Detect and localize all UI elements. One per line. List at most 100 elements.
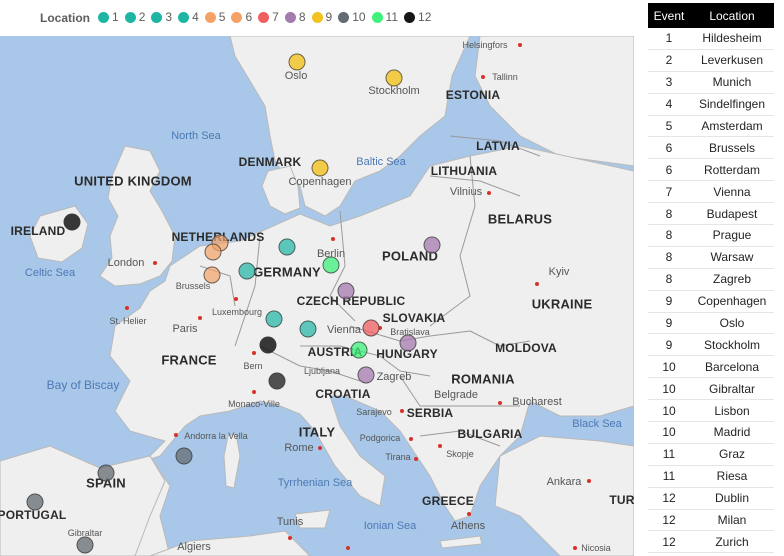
legend-label: 10: [352, 10, 366, 25]
bubble-event-12-milan[interactable]: [268, 372, 286, 390]
city-marker: [409, 437, 413, 441]
legend-color-swatch: [311, 11, 323, 23]
legend-label: 1: [112, 10, 119, 25]
bubble-event-6-brussels[interactable]: [203, 266, 221, 284]
bubble-event-9-stockholm[interactable]: [385, 69, 403, 87]
legend-color-swatch: [371, 11, 383, 23]
bubble-event-12-zurich[interactable]: [259, 336, 277, 354]
table-row[interactable]: 8 Prague: [648, 224, 774, 247]
cell-event: 9: [648, 333, 690, 357]
map-visual[interactable]: UNITED KINGDOM IRELAND DENMARK ESTONIA L…: [0, 36, 634, 556]
city-marker: [174, 433, 178, 437]
legend-color-swatch: [124, 11, 136, 23]
city-marker: [198, 316, 202, 320]
legend-entry[interactable]: 1: [98, 10, 119, 24]
table-row[interactable]: 8 Zagreb: [648, 268, 774, 291]
cell-location: Dublin: [690, 487, 774, 510]
table-row[interactable]: 9 Copenhagen: [648, 290, 774, 313]
cell-event: 6: [648, 158, 690, 182]
table-row[interactable]: 10 Gibraltar: [648, 377, 774, 401]
column-header-event[interactable]: Event: [648, 3, 690, 28]
legend-entry[interactable]: 12: [404, 10, 431, 24]
column-header-location[interactable]: Location: [690, 3, 774, 28]
legend-label: 4: [192, 10, 199, 25]
bubble-event-1-hildesheim[interactable]: [278, 238, 296, 256]
city-marker: [234, 297, 238, 301]
bubble-event-8-budapest[interactable]: [399, 334, 417, 352]
table-row[interactable]: 11 Riesa: [648, 465, 774, 488]
table-row[interactable]: 1 Hildesheim: [648, 28, 774, 50]
map-basemap: [0, 36, 634, 556]
bubble-event-4-sindelfingen[interactable]: [265, 310, 283, 328]
table-row[interactable]: 6 Brussels: [648, 136, 774, 160]
bubble-event-11-graz[interactable]: [350, 341, 368, 359]
legend-entry[interactable]: 6: [231, 10, 252, 24]
bubble-event-10-gibraltar[interactable]: [76, 536, 94, 554]
legend-color-swatch: [284, 11, 296, 23]
legend-entry[interactable]: 8: [284, 10, 306, 24]
table-row[interactable]: 8 Warsaw: [648, 246, 774, 269]
table-row[interactable]: 7 Vienna: [648, 180, 774, 204]
bubble-event-11-riesa[interactable]: [322, 256, 340, 274]
cell-location: Lisbon: [690, 399, 774, 423]
table-row[interactable]: 9 Stockholm: [648, 333, 774, 357]
legend-entry[interactable]: 9: [311, 10, 333, 25]
bubble-event-9-copenhagen[interactable]: [311, 159, 329, 177]
legend-entry[interactable]: 3: [151, 10, 172, 24]
table-row[interactable]: 9 Oslo: [648, 312, 774, 335]
bubble-event-12-dublin[interactable]: [63, 213, 81, 231]
cell-event: 9: [648, 290, 690, 313]
bubble-event-6-rotterdam[interactable]: [204, 243, 222, 261]
bubble-event-8-zagreb[interactable]: [357, 366, 375, 384]
bubble-event-8-warsaw[interactable]: [423, 236, 441, 254]
bubble-event-10-barcelona[interactable]: [175, 447, 193, 465]
legend-color-swatch: [98, 11, 109, 23]
city-marker: [498, 401, 502, 405]
bubble-event-8-prague[interactable]: [337, 282, 355, 300]
legend-entry[interactable]: 7: [258, 10, 279, 24]
city-marker: [414, 457, 418, 461]
cell-location: Vienna: [690, 180, 774, 204]
legend-color-swatch: [338, 11, 350, 23]
legend-color-swatch: [204, 11, 216, 23]
table-row[interactable]: 11 Graz: [648, 443, 774, 466]
table-row[interactable]: 8 Budapest: [648, 202, 774, 226]
table-row[interactable]: 10 Lisbon: [648, 399, 774, 423]
bubble-event-2-leverkusen[interactable]: [238, 262, 256, 280]
legend-entry[interactable]: 2: [124, 10, 145, 24]
legend-entry[interactable]: 5: [204, 10, 225, 24]
legend-entry[interactable]: 4: [178, 10, 199, 24]
table-row[interactable]: 3 Munich: [648, 71, 774, 94]
cell-location: Barcelona: [690, 355, 774, 379]
bubble-event-3-munich[interactable]: [299, 320, 317, 338]
cell-event: 8: [648, 202, 690, 226]
table-row[interactable]: 6 Rotterdam: [648, 158, 774, 182]
bubble-event-10-lisbon[interactable]: [26, 493, 44, 511]
cell-event: 4: [648, 93, 690, 116]
table-row[interactable]: 10 Barcelona: [648, 355, 774, 379]
legend-entry[interactable]: 10: [338, 10, 366, 25]
cell-event: 2: [648, 49, 690, 72]
table-row[interactable]: 2 Leverkusen: [648, 49, 774, 72]
bubble-event-9-oslo[interactable]: [288, 53, 306, 71]
legend-color-swatch: [178, 11, 190, 23]
legend-label: 6: [245, 10, 253, 25]
city-marker: [153, 261, 157, 265]
table-row[interactable]: 12 Dublin: [648, 487, 774, 510]
cell-location: Leverkusen: [690, 49, 774, 72]
city-marker: [400, 409, 404, 413]
cell-event: 8: [648, 224, 690, 247]
table-row[interactable]: 12 Milan: [648, 509, 774, 532]
cell-location: Gibraltar: [690, 377, 774, 401]
cell-location: Zurich: [690, 530, 774, 554]
legend-entry[interactable]: 11: [371, 10, 398, 24]
table-row[interactable]: 10 Madrid: [648, 421, 774, 444]
legend-label: 9: [325, 10, 333, 25]
cell-location: Milan: [690, 509, 774, 532]
table-row[interactable]: 5 Amsterdam: [648, 115, 774, 138]
table-row[interactable]: 4 Sindelfingen: [648, 93, 774, 116]
bubble-event-10-madrid[interactable]: [97, 464, 115, 482]
table-row[interactable]: 12 Zurich: [648, 530, 774, 554]
bubble-event-7-vienna[interactable]: [362, 319, 380, 337]
city-marker: [252, 351, 256, 355]
